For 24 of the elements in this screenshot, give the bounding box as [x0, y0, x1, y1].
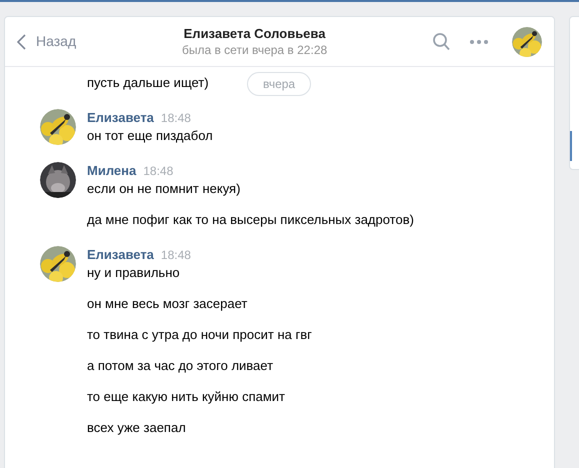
- search-icon: [433, 32, 450, 50]
- message-text: он мне весь мозг засерает: [87, 295, 248, 313]
- sender-name[interactable]: Елизавета: [87, 246, 154, 264]
- message-text: то твина с утра до ночи просит на гвг: [87, 326, 312, 344]
- message-time: 18:48: [143, 163, 174, 180]
- sender-name[interactable]: Елизавета: [87, 109, 154, 127]
- message-text: всех уже заепал: [87, 419, 186, 437]
- message-text: пусть дальше ищет): [87, 74, 209, 92]
- more-icon: [470, 40, 488, 44]
- message-text: то еще какую нить куйню спамит: [87, 388, 286, 406]
- search-button[interactable]: [433, 32, 450, 50]
- message-text: ну и правильно: [87, 264, 180, 282]
- more-button[interactable]: [470, 40, 488, 44]
- message-text: да мне пофиг как то на высеры пиксельных задротов): [87, 211, 414, 229]
- message-text: он тот еще пиздабол: [87, 127, 213, 145]
- message-text: если он не помнит некуя): [87, 180, 240, 198]
- online-status: была в сети вчера в 22:28: [182, 42, 328, 58]
- message-text: а потом за час до этого ливает: [87, 357, 274, 375]
- chat-title: Елизавета Соловьева: [184, 25, 326, 42]
- back-button[interactable]: Назад: [17, 31, 76, 52]
- back-icon: [17, 34, 26, 50]
- message-time: 18:48: [160, 247, 191, 264]
- sender-name[interactable]: Милена: [87, 162, 136, 180]
- message-time: 18:48: [160, 110, 191, 127]
